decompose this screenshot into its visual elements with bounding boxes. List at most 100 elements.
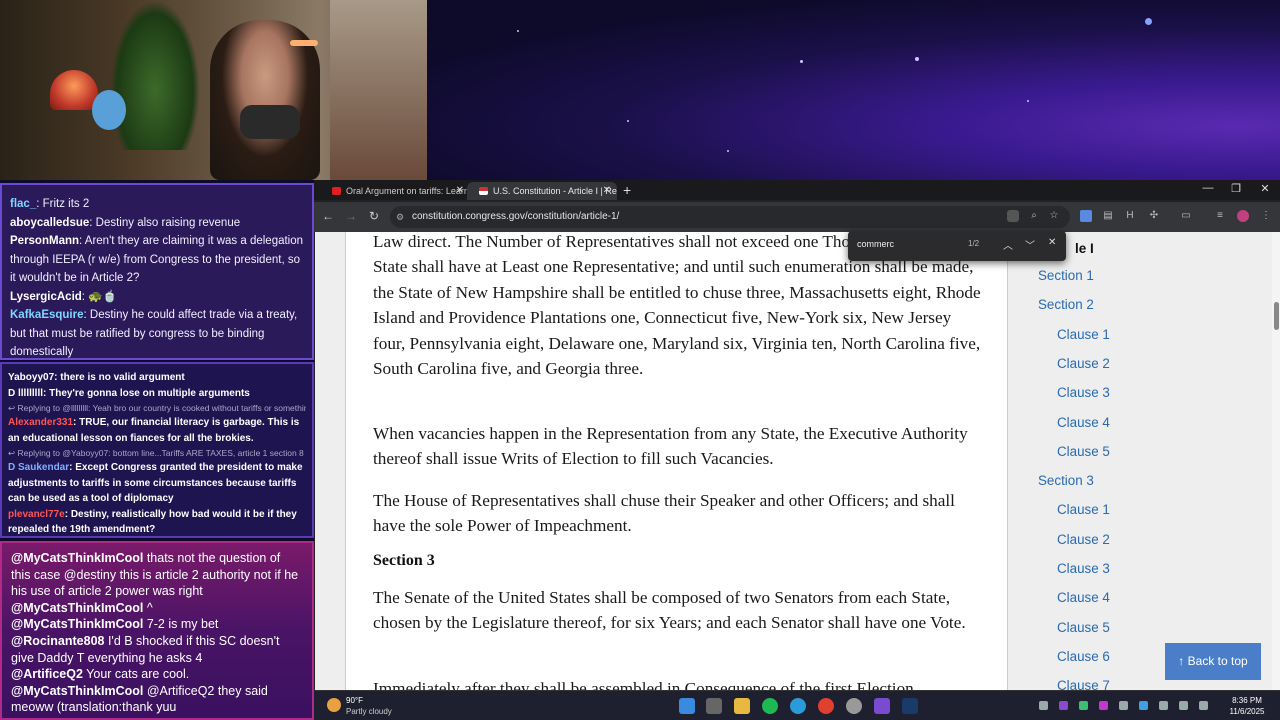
extension-docs-icon[interactable] xyxy=(1080,210,1092,222)
chat-reply-context: ↩ Replying to @Yaboyy07: bottom line...T… xyxy=(8,448,306,458)
chat-message: plevancl77e: Destiny, realistically how … xyxy=(8,507,306,537)
tray-icon[interactable] xyxy=(1039,701,1048,710)
chat-username[interactable]: PersonMann xyxy=(10,235,79,247)
scrollbar[interactable] xyxy=(1272,232,1280,690)
chat-username[interactable]: flac_ xyxy=(10,198,36,210)
toc-link[interactable]: Clause 2 xyxy=(1057,532,1110,547)
tab-bar: Oral Argument on tariffs: Learn ✕ U.S. C… xyxy=(314,180,1280,200)
tray-icon[interactable] xyxy=(1159,701,1168,710)
toc-link[interactable]: Clause 1 xyxy=(1057,502,1110,517)
chat-username[interactable]: LysergicAcid xyxy=(10,291,82,303)
address-bar[interactable]: ⚙ constitution.congress.gov/constitution… xyxy=(390,206,1070,228)
menu-icon[interactable]: ⋮ xyxy=(1260,210,1272,222)
chat-username[interactable]: plevancl77e xyxy=(8,509,65,520)
paragraph: Immediately after they shall be assemble… xyxy=(373,679,914,690)
toc-link[interactable]: Clause 1 xyxy=(1057,327,1110,342)
spotify-icon[interactable] xyxy=(762,698,778,714)
toc-link[interactable]: Section 3 xyxy=(1038,473,1094,488)
find-indicator-icon[interactable] xyxy=(1007,210,1019,222)
table-of-contents: le I Section 1 Section 2 Clause 1 Clause 2 C… xyxy=(1015,232,1272,690)
chat-message: @MyCatsThinkImCool thats not the questio… xyxy=(11,550,303,600)
clock-time: 8:36 PM xyxy=(1232,696,1262,705)
chat-panel-top[interactable]: flac_: Fritz its 2 aboycalledsue: Destiny… xyxy=(0,183,314,360)
chat-username[interactable]: @Rocinante808 xyxy=(11,634,104,648)
puzzle-icon[interactable]: ✣ xyxy=(1148,210,1160,222)
tray-icon[interactable] xyxy=(1119,701,1128,710)
toc-link[interactable]: Section 1 xyxy=(1038,268,1094,283)
toc-title: le I xyxy=(1075,241,1094,256)
wifi-icon[interactable] xyxy=(1179,701,1188,710)
chat-username[interactable]: @MyCatsThinkImCool xyxy=(11,684,143,698)
bookmark-star-icon[interactable]: ☆ xyxy=(1048,210,1060,222)
figurine xyxy=(92,90,126,130)
steam-icon[interactable] xyxy=(902,698,918,714)
clock[interactable]: 8:36 PM 11/6/2025 xyxy=(1222,695,1272,717)
scrollbar-thumb[interactable] xyxy=(1274,302,1279,330)
chat-username[interactable]: @MyCatsThinkImCool xyxy=(11,601,143,615)
toc-link[interactable]: Clause 3 xyxy=(1057,561,1110,576)
toc-link[interactable]: Clause 7 xyxy=(1057,678,1110,690)
tab-constitution[interactable]: U.S. Constitution - Article I | Res ✕ xyxy=(467,182,617,200)
tray-icon[interactable] xyxy=(1059,701,1068,710)
tab-search-icon[interactable]: ≡ xyxy=(1214,210,1226,222)
minimize-button[interactable]: — xyxy=(1194,182,1222,194)
toc-link[interactable]: Clause 6 xyxy=(1057,649,1110,664)
chat-message: D Saukendar: Except Congress granted the… xyxy=(8,460,306,507)
toc-link[interactable]: Clause 5 xyxy=(1057,444,1110,459)
reload-icon[interactable]: ↻ xyxy=(366,209,382,223)
chat-message: @Rocinante808 I'd B shocked if this SC d… xyxy=(11,633,303,666)
new-tab-button[interactable]: + xyxy=(623,182,631,198)
close-icon[interactable]: ✕ xyxy=(603,182,611,200)
chat-panel-bottom[interactable]: @MyCatsThinkImCool thats not the questio… xyxy=(0,541,314,720)
chat-username[interactable]: @MyCatsThinkImCool xyxy=(11,617,143,631)
toc-link[interactable]: Clause 2 xyxy=(1057,356,1110,371)
chat-username[interactable]: @ArtificeQ2 xyxy=(11,667,83,681)
close-icon[interactable]: ✕ xyxy=(1048,237,1056,248)
chat-username[interactable]: D lllllllll xyxy=(8,388,43,399)
extension-icon[interactable]: ▤ xyxy=(1102,210,1114,222)
site-info-icon[interactable]: ⚙ xyxy=(396,206,404,228)
app-icon[interactable] xyxy=(874,698,890,714)
weather-icon[interactable] xyxy=(327,698,341,712)
back-to-top-button[interactable]: ↑ Back to top xyxy=(1165,643,1261,680)
toc-link[interactable]: Clause 4 xyxy=(1057,415,1110,430)
chat-username[interactable]: aboycalledsue xyxy=(10,217,89,229)
zoom-icon[interactable]: ⌕ xyxy=(1028,210,1040,222)
maximize-button[interactable]: ❐ xyxy=(1222,182,1250,195)
forward-icon[interactable]: → xyxy=(343,209,359,223)
toc-link[interactable]: Clause 4 xyxy=(1057,590,1110,605)
chat-panel-middle[interactable]: Yaboyy07: there is no valid argument D ll… xyxy=(0,362,314,538)
tray-icon[interactable] xyxy=(1099,701,1108,710)
chat-text: Your cats are cool. xyxy=(82,667,190,682)
chat-username[interactable]: D Saukendar xyxy=(8,462,69,473)
close-window-button[interactable]: ✕ xyxy=(1251,182,1279,195)
find-next-icon[interactable]: ﹀ xyxy=(1025,237,1035,252)
toc-link[interactable]: Section 2 xyxy=(1038,297,1094,312)
obs-icon[interactable] xyxy=(846,698,862,714)
find-input[interactable]: commerc xyxy=(857,239,894,249)
windows-start-icon[interactable] xyxy=(679,698,695,714)
toc-link[interactable]: Clause 3 xyxy=(1057,385,1110,400)
volume-icon[interactable] xyxy=(1199,701,1208,710)
chat-text: : They're gonna lose on multiple argumen… xyxy=(43,387,250,399)
chrome-icon[interactable] xyxy=(818,698,834,714)
paragraph: The House of Representatives shall chuse… xyxy=(373,491,955,536)
task-view-icon[interactable] xyxy=(706,698,722,714)
chat-username[interactable]: Alexander331 xyxy=(8,417,73,428)
sidebar-icon[interactable]: ▭ xyxy=(1180,210,1192,222)
chat-username[interactable]: KafkaEsquire xyxy=(10,309,84,321)
chat-username[interactable]: @MyCatsThinkImCool xyxy=(11,551,143,565)
chat-username[interactable]: Yaboyy07 xyxy=(8,372,54,383)
tray-icon[interactable] xyxy=(1079,701,1088,710)
find-previous-icon[interactable]: ︿ xyxy=(1003,237,1013,252)
edge-icon[interactable] xyxy=(790,698,806,714)
back-icon[interactable]: ← xyxy=(320,209,336,223)
toc-link[interactable]: Clause 5 xyxy=(1057,620,1110,635)
file-explorer-icon[interactable] xyxy=(734,698,750,714)
tab-oral-argument[interactable]: Oral Argument on tariffs: Learn ✕ xyxy=(320,182,470,200)
close-icon[interactable]: ✕ xyxy=(456,182,464,200)
paragraph: When vacancies happen in the Representat… xyxy=(373,424,968,469)
tray-icon[interactable] xyxy=(1139,701,1148,710)
avatar[interactable] xyxy=(1237,210,1249,222)
extension-icon[interactable]: H xyxy=(1124,210,1136,222)
